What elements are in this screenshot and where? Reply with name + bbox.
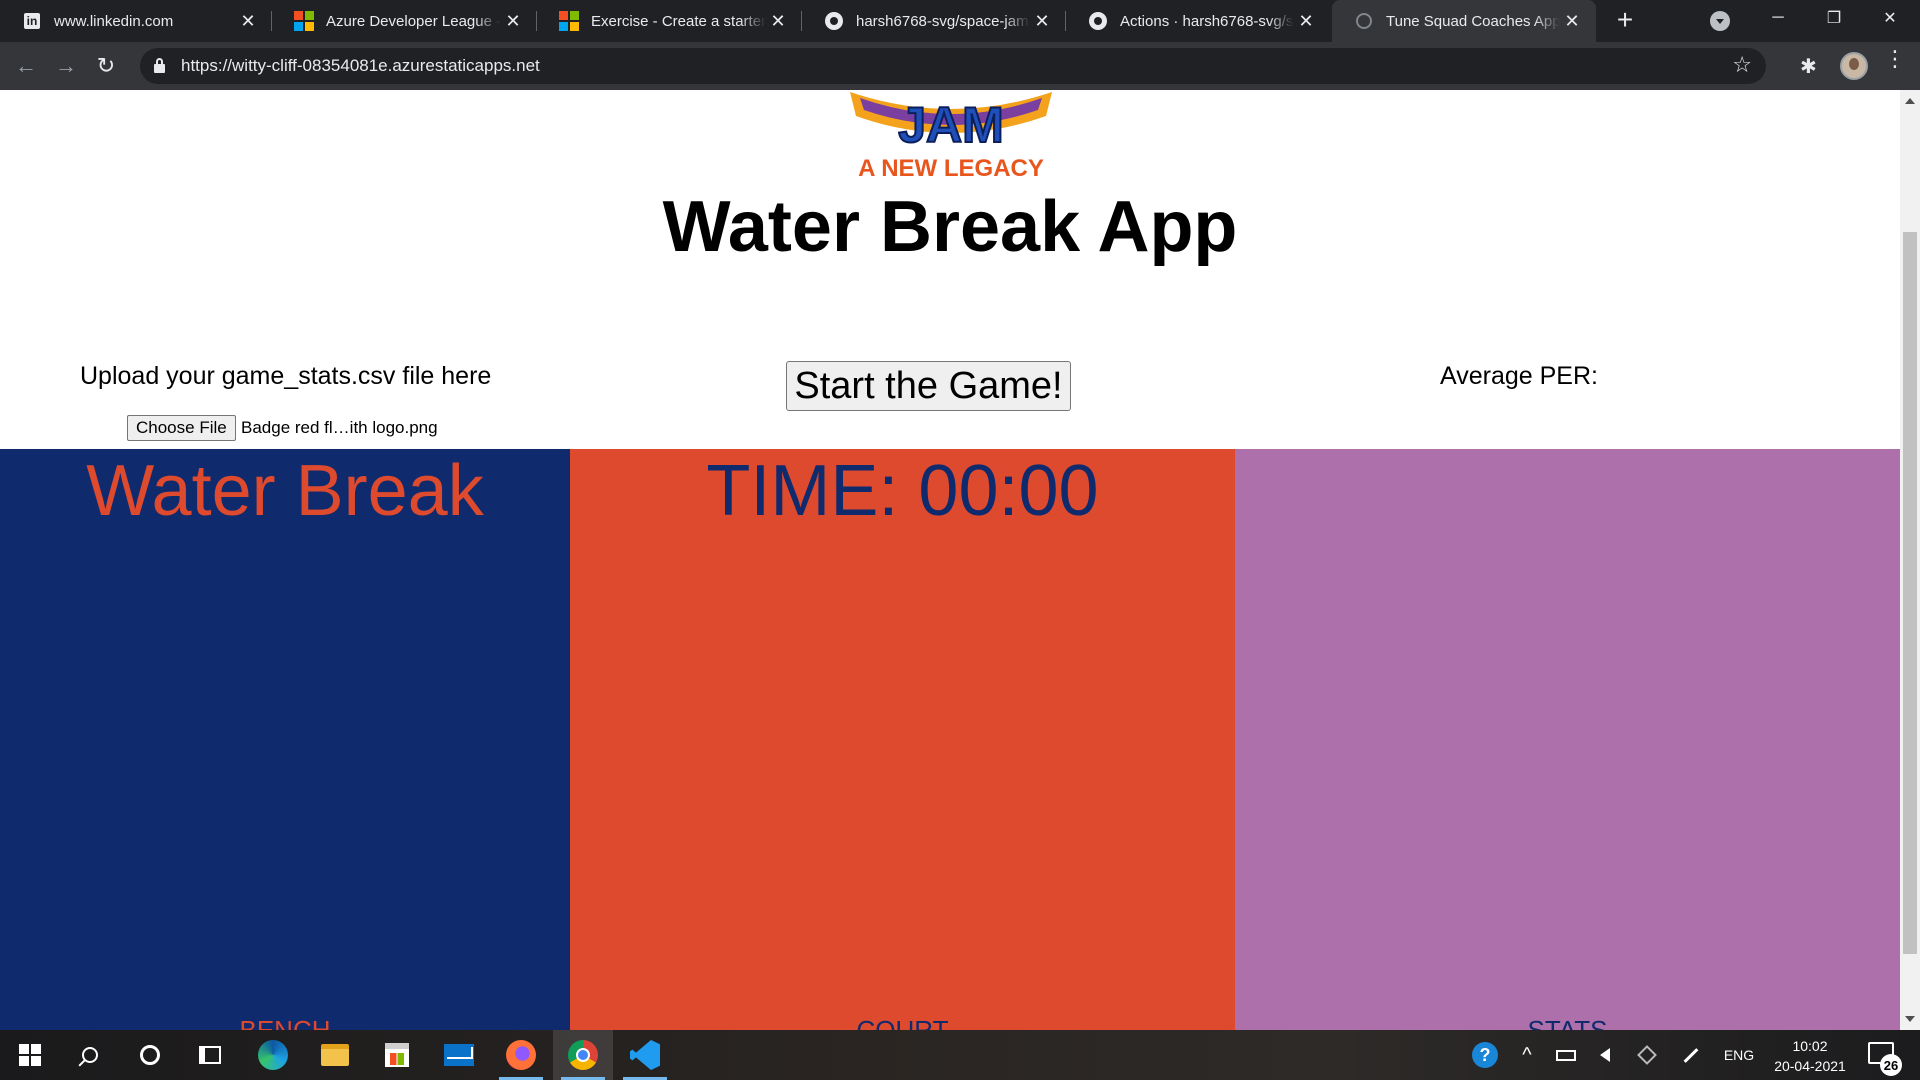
minimize-button[interactable]: ─ — [1750, 0, 1806, 36]
search-icon — [82, 1047, 98, 1063]
system-clock[interactable]: 10:02 20-04-2021 — [1760, 1036, 1860, 1076]
tab-title: Azure Developer League - H — [326, 12, 501, 30]
tab-github-actions[interactable]: Actions · harsh6768-svg/spa ✕ — [1066, 0, 1330, 42]
close-tab-icon[interactable]: ✕ — [1560, 9, 1584, 33]
mail-icon — [444, 1044, 474, 1066]
bench-panel: Water Break BENCH — [0, 449, 570, 1030]
linkedin-icon: in — [22, 11, 42, 31]
upload-label: Upload your game_stats.csv file here — [80, 362, 492, 390]
stats-label: STATS — [1527, 1015, 1608, 1030]
timer-display: TIME: 00:00 — [706, 451, 1099, 531]
taskbar-chrome[interactable] — [553, 1030, 613, 1080]
window-close-button[interactable]: ✕ — [1862, 0, 1918, 36]
browser-menu-icon[interactable]: ⋮ — [1884, 48, 1906, 70]
tab-tune-squad-coaches-app[interactable]: Tune Squad Coaches App ✕ — [1332, 0, 1596, 42]
taskbar-mail[interactable] — [429, 1030, 489, 1080]
bench-heading: Water Break — [86, 451, 484, 531]
github-icon — [1088, 11, 1108, 31]
court-label: COURT — [856, 1015, 949, 1030]
new-tab-button[interactable]: + — [1610, 6, 1640, 36]
tab-title: Exercise - Create a starter w — [591, 12, 766, 30]
bench-label: BENCH — [239, 1015, 331, 1030]
taskbar-edge[interactable] — [243, 1030, 303, 1080]
taskbar-file-explorer[interactable] — [305, 1030, 365, 1080]
pen-workspace-icon[interactable] — [1678, 1030, 1704, 1080]
cortana-button[interactable] — [120, 1030, 180, 1080]
page-viewport: JAM A NEW LEGACY Water Break App Upload … — [0, 90, 1900, 1030]
tab-search-icon[interactable] — [1710, 11, 1730, 31]
file-explorer-icon — [321, 1044, 349, 1066]
notification-count-badge: 26 — [1880, 1054, 1902, 1076]
forward-button[interactable]: → — [50, 50, 82, 82]
browser-toolbar: ← → ↻ https://witty-cliff-08354081e.azur… — [0, 42, 1920, 90]
tab-title: Actions · harsh6768-svg/spa — [1120, 12, 1294, 30]
volume-icon[interactable] — [1592, 1030, 1618, 1080]
address-bar[interactable]: https://witty-cliff-08354081e.azurestati… — [140, 48, 1766, 84]
stats-panel: STATS — [1235, 449, 1900, 1030]
taskbar-vscode[interactable] — [615, 1030, 675, 1080]
close-tab-icon[interactable]: ✕ — [236, 9, 260, 33]
task-view-button[interactable] — [180, 1030, 240, 1080]
help-icon: ? — [1472, 1042, 1498, 1068]
close-tab-icon[interactable]: ✕ — [501, 9, 525, 33]
back-button[interactable]: ← — [10, 50, 42, 82]
close-tab-icon[interactable]: ✕ — [1294, 9, 1318, 33]
lock-icon[interactable] — [154, 58, 165, 73]
logo-mark: JAM — [898, 97, 1004, 153]
scroll-down-icon[interactable] — [1905, 1016, 1915, 1022]
choose-file-button[interactable]: Choose File — [127, 415, 236, 441]
tab-github-repo[interactable]: harsh6768-svg/space-jam-a ✕ — [802, 0, 1066, 42]
battery-icon[interactable] — [1554, 1030, 1578, 1080]
scroll-up-icon[interactable] — [1905, 98, 1915, 104]
close-tab-icon[interactable]: ✕ — [1030, 9, 1054, 33]
start-button[interactable] — [0, 1030, 60, 1080]
tab-linkedin[interactable]: in www.linkedin.com ✕ — [0, 0, 272, 42]
bookmark-star-icon[interactable]: ☆ — [1732, 52, 1752, 78]
browser-tab-strip: in www.linkedin.com ✕ Azure Developer Le… — [0, 0, 1920, 42]
cortana-icon — [140, 1045, 160, 1065]
page-scrollbar[interactable] — [1900, 90, 1920, 1030]
help-tray-button[interactable]: ? — [1470, 1030, 1500, 1080]
clock-time: 10:02 — [1792, 1038, 1828, 1054]
tab-title: Tune Squad Coaches App — [1386, 12, 1560, 30]
task-view-icon — [199, 1046, 221, 1064]
scrollbar-thumb[interactable] — [1903, 232, 1917, 954]
github-icon — [824, 11, 844, 31]
windows-taskbar: ? ^ ENG 10:02 20-04-2021 26 — [0, 1030, 1920, 1080]
close-tab-icon[interactable]: ✕ — [766, 9, 790, 33]
store-icon — [385, 1043, 409, 1067]
taskbar-firefox[interactable] — [491, 1030, 551, 1080]
restore-button[interactable]: ❐ — [1806, 0, 1862, 36]
language-indicator[interactable]: ENG — [1722, 1030, 1756, 1080]
firefox-icon — [506, 1040, 536, 1070]
chrome-icon — [568, 1040, 598, 1070]
page-title: Water Break App — [662, 187, 1238, 267]
average-per-label: Average PER: — [1440, 362, 1598, 390]
taskbar-search-button[interactable] — [60, 1030, 120, 1080]
microsoft-icon — [294, 11, 314, 31]
extensions-icon[interactable]: ✱ — [1800, 54, 1817, 79]
edge-icon — [258, 1040, 288, 1070]
start-game-button[interactable]: Start the Game! — [786, 361, 1071, 411]
microsoft-icon — [559, 11, 579, 31]
taskbar-store[interactable] — [367, 1030, 427, 1080]
vscode-icon — [630, 1040, 660, 1070]
dropbox-icon[interactable] — [1634, 1030, 1660, 1080]
chosen-file-name: Badge red fl…ith logo.png — [241, 418, 438, 437]
show-hidden-icons-chevron-icon[interactable]: ^ — [1515, 1030, 1539, 1080]
tab-title: harsh6768-svg/space-jam-a — [856, 12, 1030, 30]
space-jam-logo: JAM A NEW LEGACY — [850, 92, 1052, 182]
reload-button[interactable]: ↻ — [90, 50, 122, 82]
court-panel: TIME: 00:00 COURT — [570, 449, 1235, 1030]
tab-azure-developer-league[interactable]: Azure Developer League - H ✕ — [272, 0, 537, 42]
windows-start-icon — [19, 1044, 41, 1066]
globe-icon — [1354, 11, 1374, 31]
tab-title: www.linkedin.com — [54, 12, 174, 30]
clock-date: 20-04-2021 — [1774, 1058, 1846, 1074]
logo-subtitle: A NEW LEGACY — [858, 155, 1044, 182]
url-text[interactable]: https://witty-cliff-08354081e.azurestati… — [181, 56, 540, 76]
profile-avatar[interactable] — [1840, 52, 1868, 80]
tab-exercise[interactable]: Exercise - Create a starter w ✕ — [537, 0, 802, 42]
